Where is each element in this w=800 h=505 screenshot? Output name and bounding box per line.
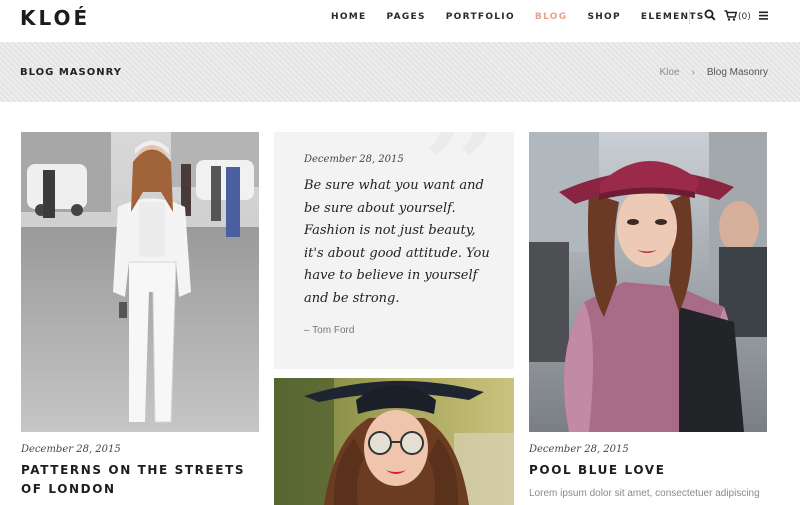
nav-blog[interactable]: BLOG bbox=[535, 12, 568, 22]
quote-card[interactable]: ” December 28, 2015 Be sure what you wan… bbox=[274, 132, 514, 369]
nav-pages[interactable]: PAGES bbox=[387, 12, 426, 22]
menu-icon[interactable] bbox=[759, 8, 769, 27]
site-header: KLOÉ HOME PAGES PORTFOLIO BLOG SHOP ELEM… bbox=[0, 0, 800, 42]
nav-divider bbox=[689, 9, 690, 24]
breadcrumb-current: Blog Masonry bbox=[706, 67, 768, 78]
search-icon[interactable] bbox=[704, 8, 716, 27]
nav-elements[interactable]: ELEMENTS bbox=[641, 12, 705, 22]
quote-text: Be sure what you want and be sure about … bbox=[304, 178, 490, 306]
post-image-hat-sunglasses[interactable] bbox=[274, 378, 514, 505]
post-excerpt: Lorem ipsum dolor sit amet, consectetuer… bbox=[529, 488, 760, 499]
post-image-pool-blue[interactable] bbox=[529, 132, 767, 432]
post-image-patterns[interactable] bbox=[21, 132, 259, 432]
main-nav: HOME PAGES PORTFOLIO BLOG SHOP ELEMENTS bbox=[331, 12, 725, 22]
post-title-pool-blue[interactable]: POOL BLUE LOVE bbox=[529, 461, 759, 480]
post-date: December 28, 2015 bbox=[21, 444, 121, 455]
quote-date: December 28, 2015 bbox=[304, 154, 404, 165]
nav-home[interactable]: HOME bbox=[331, 12, 367, 22]
post-title-patterns[interactable]: PATTERNS ON THE STREETS OF LONDON bbox=[21, 461, 251, 499]
cart-count[interactable]: (0) bbox=[738, 12, 751, 22]
site-logo[interactable]: KLOÉ bbox=[20, 6, 90, 30]
cart-icon[interactable] bbox=[724, 8, 738, 27]
breadcrumb: Kloe › Blog Masonry bbox=[660, 67, 769, 78]
breadcrumb-home[interactable]: Kloe bbox=[660, 67, 680, 78]
nav-shop[interactable]: SHOP bbox=[587, 12, 620, 22]
post-date: December 28, 2015 bbox=[529, 444, 629, 455]
quote-author: – Tom Ford bbox=[304, 325, 355, 336]
nav-portfolio[interactable]: PORTFOLIO bbox=[446, 12, 515, 22]
breadcrumb-separator: › bbox=[691, 67, 695, 78]
page-title: BLOG MASONRY bbox=[20, 67, 122, 78]
